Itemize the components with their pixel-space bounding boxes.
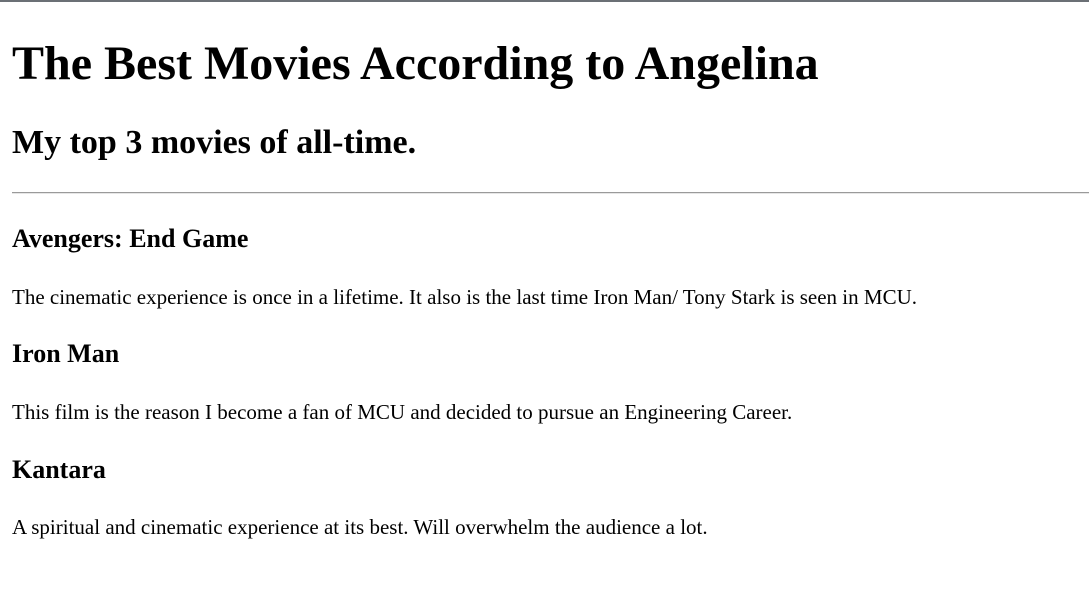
movie-description-avengers: The cinematic experience is once in a li… <box>12 285 917 309</box>
movie-title-iron-man: Iron Man <box>12 339 120 368</box>
page-title: The Best Movies According to Angelina <box>12 37 819 90</box>
browser-top-border <box>0 0 1089 2</box>
movie-description-kantara: A spiritual and cinematic experience at … <box>12 515 708 539</box>
movie-title-avengers: Avengers: End Game <box>12 224 249 253</box>
horizontal-rule <box>12 192 1089 194</box>
movie-title-kantara: Kantara <box>12 455 106 484</box>
page-subtitle: My top 3 movies of all-time. <box>12 124 417 161</box>
movie-description-iron-man: This film is the reason I become a fan o… <box>12 400 793 424</box>
